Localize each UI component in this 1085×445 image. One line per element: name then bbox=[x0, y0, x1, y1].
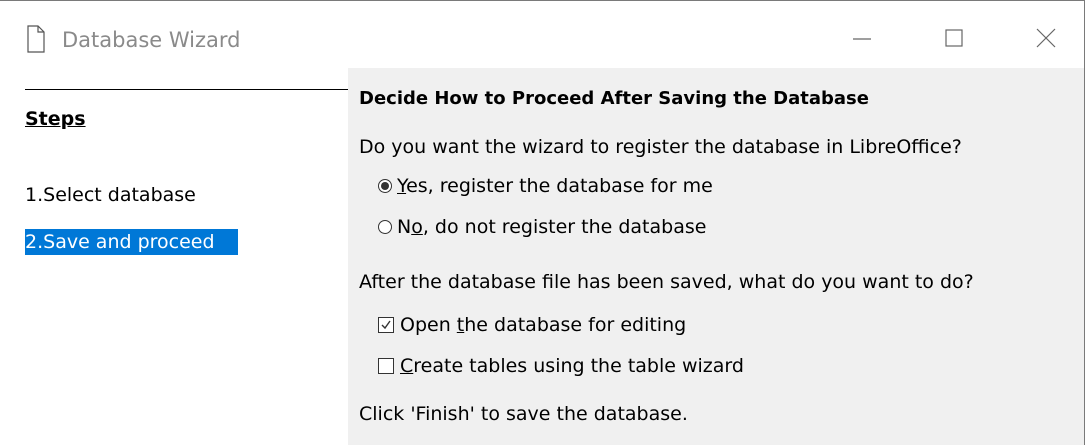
register-no-label: No, do not register the database bbox=[397, 216, 707, 238]
register-yes-radio[interactable]: Yes, register the database for me bbox=[378, 173, 713, 199]
create-tables-checkbox[interactable]: Create tables using the table wizard bbox=[378, 353, 744, 379]
title-bar: Database Wizard bbox=[0, 1, 1084, 68]
database-wizard-window: Database Wizard Steps 1.Select database … bbox=[0, 0, 1085, 445]
minimize-icon bbox=[853, 38, 871, 40]
radio-checked-icon bbox=[378, 179, 392, 193]
finish-note: Click 'Finish' to save the database. bbox=[359, 403, 688, 425]
checkbox-unchecked-icon bbox=[378, 358, 394, 374]
maximize-button[interactable] bbox=[939, 23, 969, 53]
close-button[interactable] bbox=[1031, 23, 1061, 53]
close-icon bbox=[1036, 28, 1056, 48]
register-question: Do you want the wizard to register the d… bbox=[359, 136, 962, 158]
open-for-editing-label: Open the database for editing bbox=[400, 314, 687, 336]
page-heading: Decide How to Proceed After Saving the D… bbox=[359, 88, 869, 109]
register-no-radio[interactable]: No, do not register the database bbox=[378, 214, 706, 240]
checkbox-checked-icon bbox=[378, 317, 394, 333]
register-yes-label: Yes, register the database for me bbox=[397, 175, 713, 197]
radio-unchecked-icon bbox=[378, 220, 392, 234]
document-icon bbox=[27, 25, 45, 53]
sidebar-divider bbox=[25, 89, 348, 90]
steps-heading: Steps bbox=[25, 108, 86, 130]
step-save-and-proceed[interactable]: 2.Save and proceed bbox=[25, 229, 238, 255]
window-title: Database Wizard bbox=[62, 28, 241, 52]
after-save-question: After the database file has been saved, … bbox=[359, 271, 974, 293]
wizard-page: Decide How to Proceed After Saving the D… bbox=[348, 68, 1084, 445]
minimize-button[interactable] bbox=[847, 23, 877, 53]
create-tables-label: Create tables using the table wizard bbox=[400, 355, 744, 377]
step-select-database[interactable]: 1.Select database bbox=[25, 182, 198, 208]
maximize-icon bbox=[945, 29, 963, 47]
steps-sidebar: Steps 1.Select database 2.Save and proce… bbox=[0, 68, 348, 445]
open-for-editing-checkbox[interactable]: Open the database for editing bbox=[378, 312, 686, 338]
